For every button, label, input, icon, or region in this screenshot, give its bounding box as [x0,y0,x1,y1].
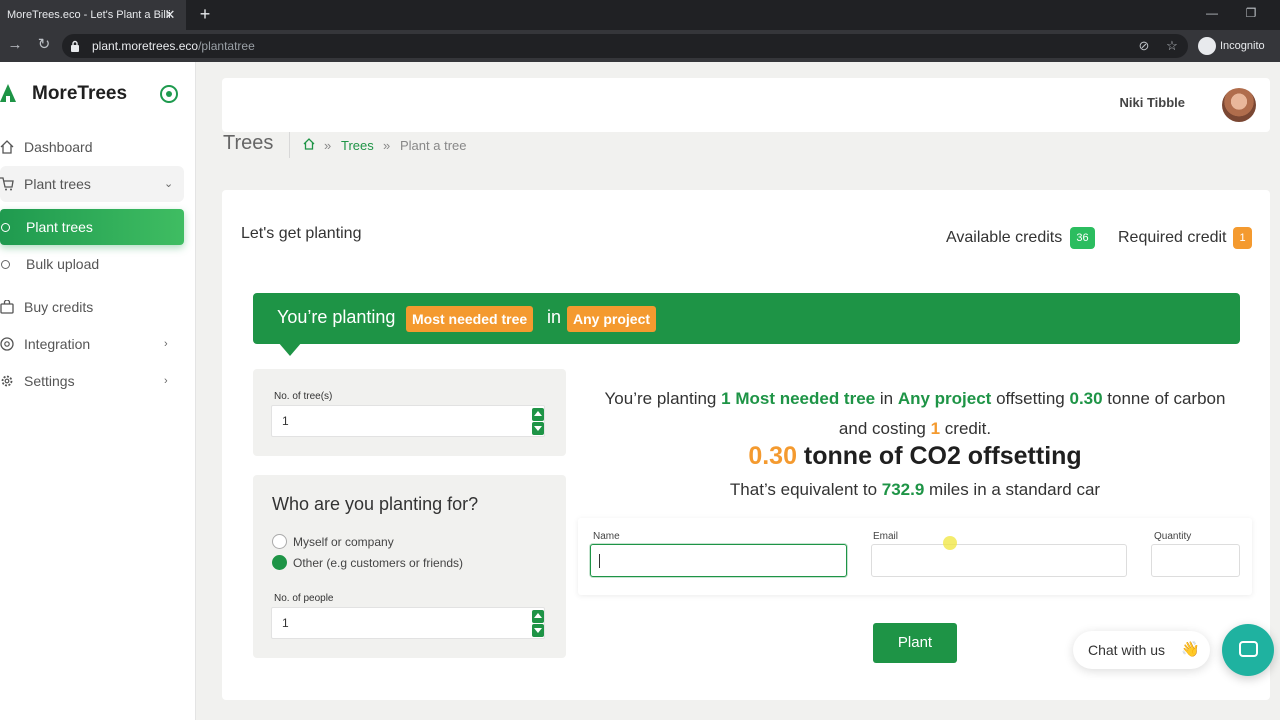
gear-icon [1,375,13,387]
address-bar[interactable]: plant.moretrees.eco/plantatree ⊘ ☆ [62,34,1188,58]
incognito-indicator[interactable]: Incognito [1196,36,1265,56]
radio-myself-label[interactable]: Myself or company [293,535,394,549]
text-caret [599,554,600,568]
circle-icon [1,223,10,232]
breadcrumb-divider [289,132,290,158]
chevron-right-icon: › [164,338,168,350]
radio-myself[interactable] [272,534,287,549]
sidebar-item-integration[interactable]: Integration › [0,326,184,362]
chat-prompt[interactable]: Chat with us 👋 [1073,631,1210,669]
home-icon[interactable] [303,138,315,150]
chevron-down-icon: ⌄ [164,178,174,190]
car-equivalent-text: That’s equivalent to 732.9 miles in a st… [729,480,1101,499]
restore-icon[interactable]: ❐ [1243,4,1259,22]
bag-icon [0,300,14,314]
sidebar: MoreTrees Dashboard Plant trees ⌄ Plant … [0,62,196,720]
sidebar-item-settings[interactable]: Settings › [0,363,184,399]
people-count-label: No. of people [274,593,334,604]
mouse-cursor-highlight [943,536,957,550]
trees-decrement-icon[interactable] [532,422,544,435]
tab-title: MoreTrees.eco - Let's Plant a Billi [7,9,171,21]
brand-logo[interactable]: MoreTrees [0,82,150,106]
quantity-input[interactable] [1151,544,1240,577]
page-title: Trees [223,132,274,154]
breadcrumb-current: Plant a tree [400,138,467,153]
sidebar-toggle-icon[interactable] [160,85,178,103]
forward-icon[interactable]: → [6,36,24,54]
name-input[interactable] [590,544,847,577]
browser-tab[interactable]: MoreTrees.eco - Let's Plant a Billi [0,0,186,30]
required-credit-label: Required credit [1118,229,1227,246]
sidebar-subitem-plant-trees[interactable]: Plant trees [0,209,184,245]
email-input[interactable] [871,544,1127,577]
sidebar-subitem-bulk-upload[interactable]: Bulk upload [0,246,184,282]
card-heading: Let's get planting [241,225,362,242]
tree-type-pill[interactable]: Most needed tree [406,306,534,332]
top-header: Niki Tibble [222,78,1270,132]
required-credit-badge: 1 [1233,227,1252,249]
co2-offset-headline: 0.30 tonne of CO2 offsetting [748,442,1082,470]
chat-icon [1239,641,1258,657]
banner-pointer [278,342,302,356]
project-pill[interactable]: Any project [567,306,657,332]
breadcrumb-separator: » [324,138,332,153]
url-text: plant.moretrees.eco/plantatree [92,39,255,53]
name-label: Name [593,531,620,542]
star-icon[interactable]: ☆ [1164,38,1180,54]
home-icon [0,140,14,154]
planting-summary: You’re planting 1 Most needed tree in An… [604,389,1226,438]
aperture-icon [0,337,14,351]
people-increment-icon[interactable] [532,610,544,623]
avatar[interactable] [1222,88,1256,122]
circle-icon [1,260,10,269]
browser-tabbar: MoreTrees.eco - Let's Plant a Billi ✕ + … [0,0,1280,30]
incognito-icon [1198,37,1216,55]
trees-count-label: No. of tree(s) [274,391,333,402]
eye-off-icon[interactable]: ⊘ [1136,38,1152,54]
tab-close-icon[interactable]: ✕ [162,0,178,30]
recipient-heading: Who are you planting for? [272,494,479,514]
brand-name: MoreTrees [32,83,128,104]
banner-prefix: You’re planting [277,307,396,327]
reload-icon[interactable]: ↻ [35,36,53,54]
minimize-icon[interactable]: — [1204,4,1220,22]
user-name[interactable]: Niki Tibble [1120,95,1186,110]
browser-toolbar: → ↻ plant.moretrees.eco/plantatree ⊘ ☆ I… [0,30,1280,62]
quantity-label: Quantity [1154,531,1192,542]
chat-prompt-label: Chat with us [1088,642,1166,658]
tree-logo-icon [0,84,16,104]
sidebar-item-plant-trees[interactable]: Plant trees ⌄ [0,166,184,202]
cart-icon [0,177,14,191]
people-count-input[interactable]: 1 [271,607,545,639]
email-label: Email [873,531,899,542]
banner-mid: in [547,307,562,327]
available-credits-badge: 36 [1070,227,1095,249]
radio-other[interactable] [272,555,287,570]
breadcrumb-separator: » [383,138,391,153]
available-credits-label: Available credits [946,229,1063,246]
people-decrement-icon[interactable] [532,624,544,637]
wave-icon: 👋 [1181,641,1200,658]
radio-other-label[interactable]: Other (e.g customers or friends) [293,556,463,570]
lock-icon [71,40,79,52]
trees-increment-icon[interactable] [532,408,544,421]
sidebar-item-buy-credits[interactable]: Buy credits [0,289,184,325]
chat-button[interactable] [1222,624,1274,676]
new-tab-button[interactable]: + [196,4,214,24]
chevron-right-icon: › [164,375,168,387]
sidebar-item-dashboard[interactable]: Dashboard [0,129,184,165]
plant-button[interactable]: Plant [873,623,957,663]
trees-count-input[interactable]: 1 [271,405,545,437]
breadcrumb-link-trees[interactable]: Trees [341,138,374,153]
planting-banner [253,293,1240,344]
